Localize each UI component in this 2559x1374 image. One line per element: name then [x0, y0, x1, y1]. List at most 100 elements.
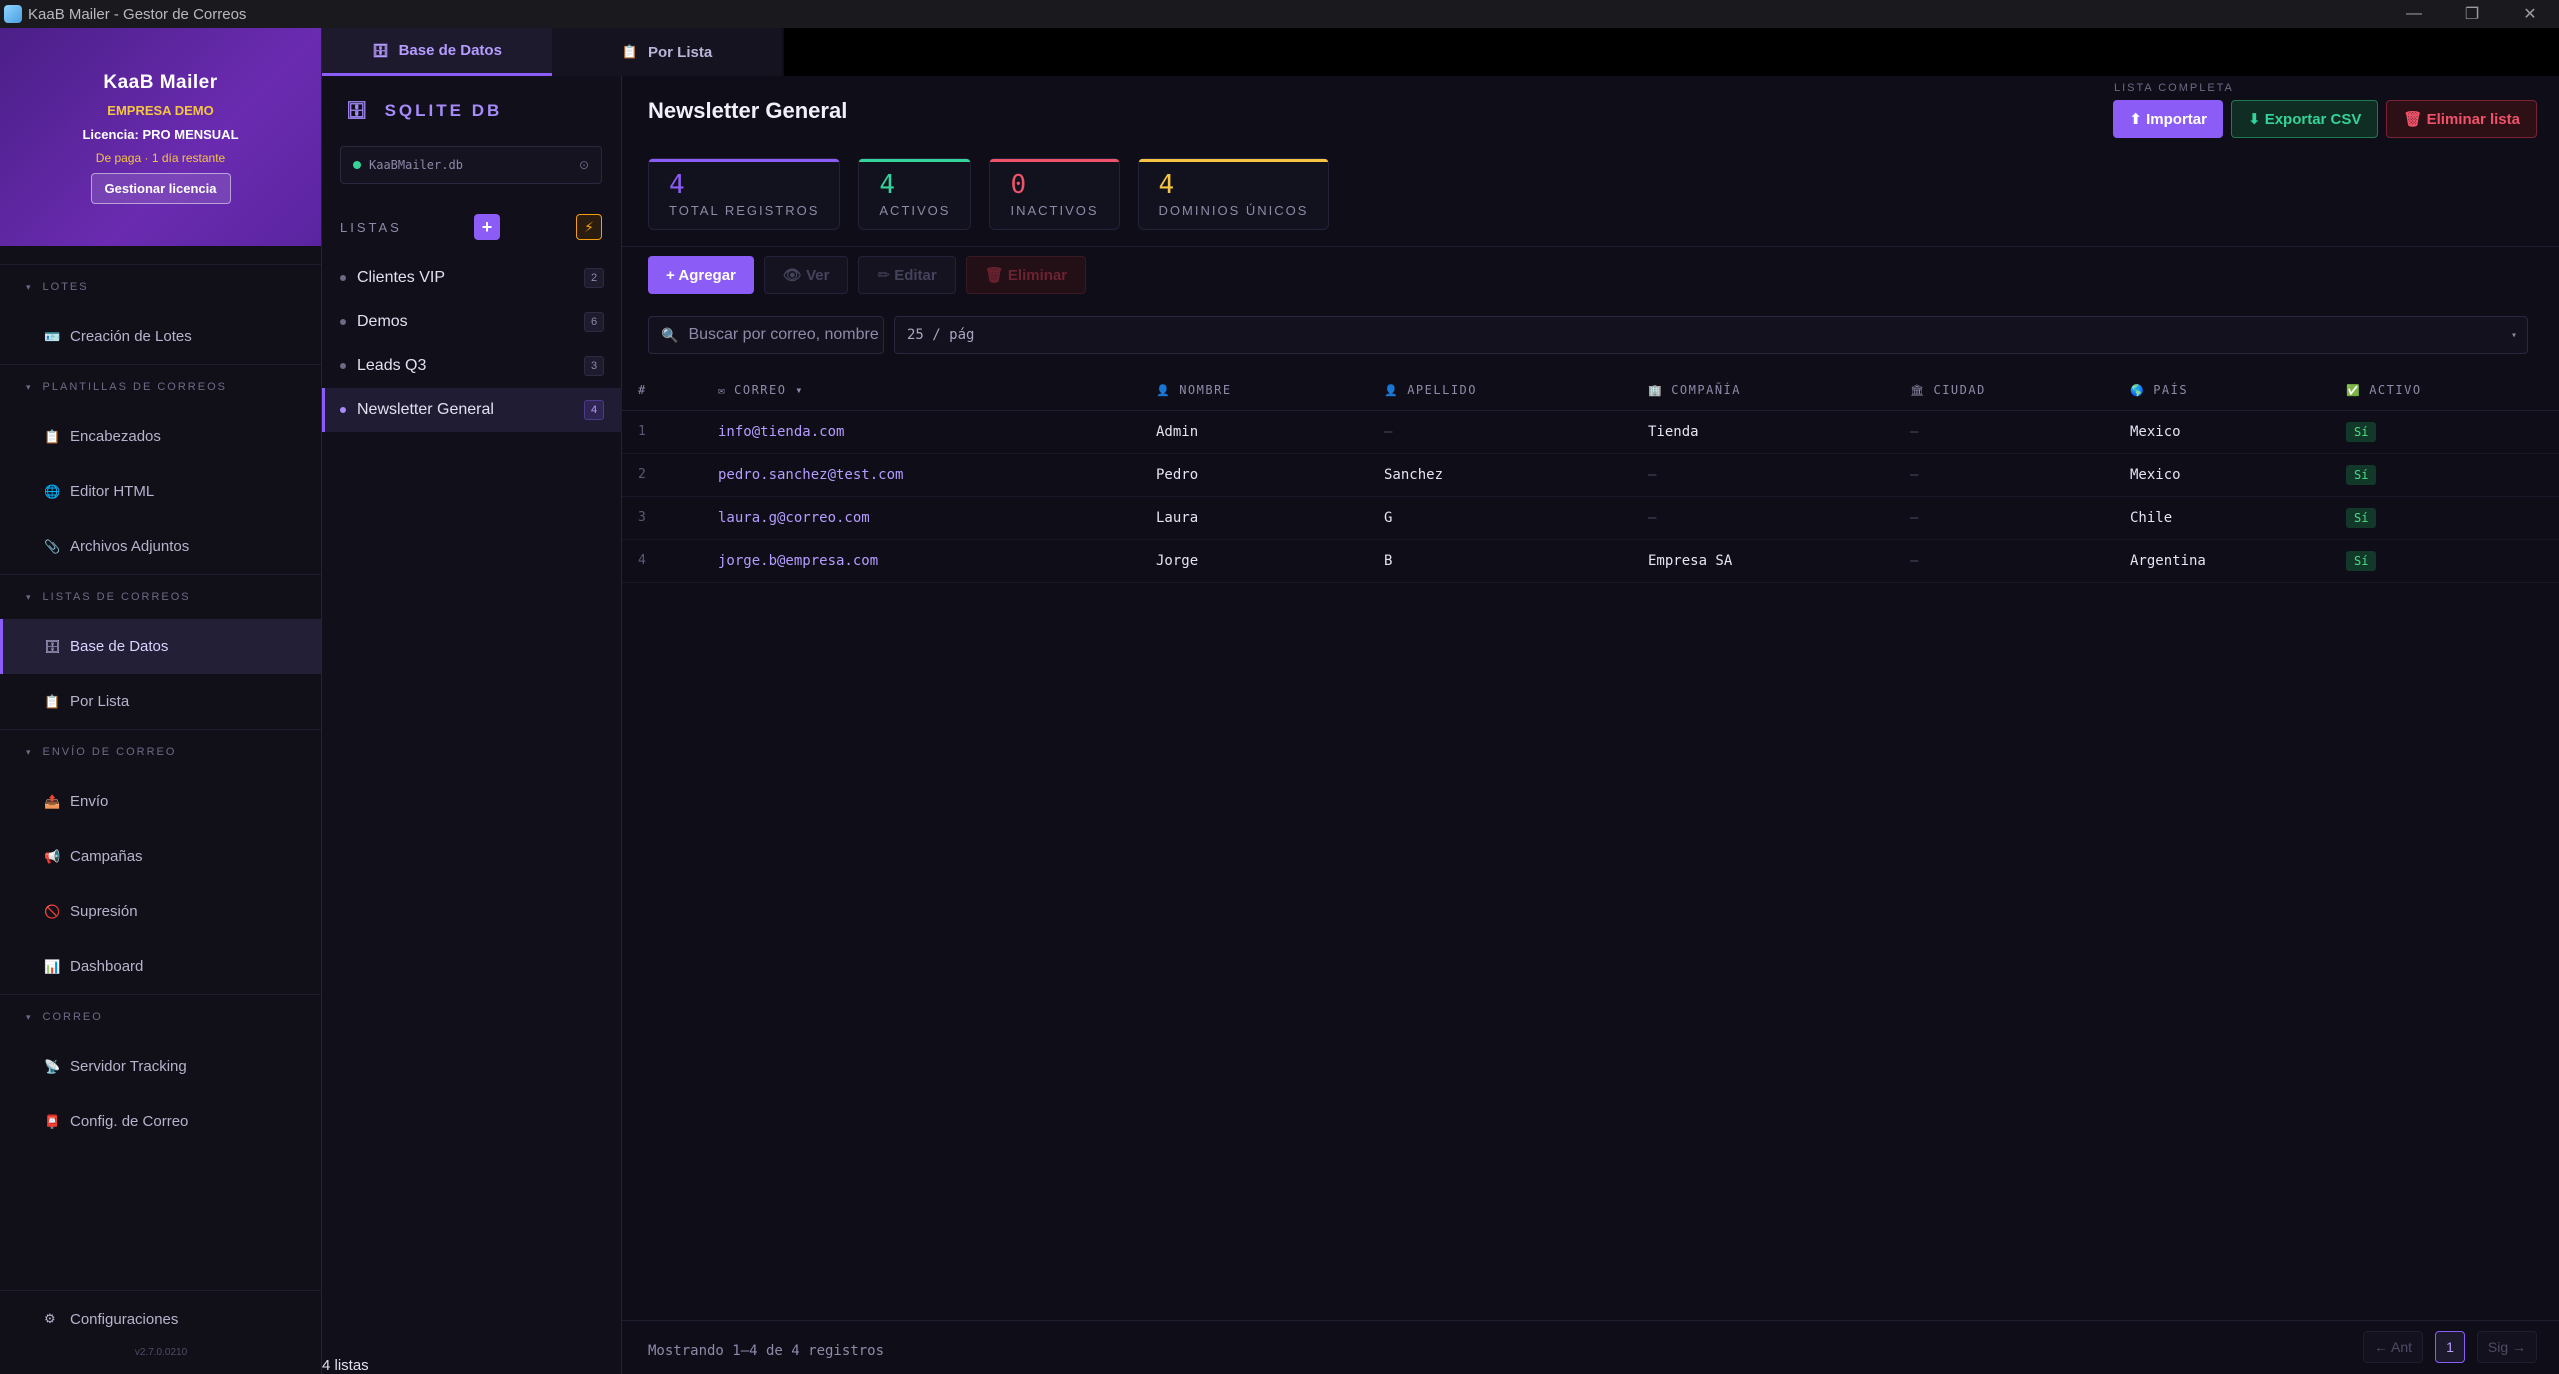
servidor-tracking-icon: 📡 — [44, 1058, 61, 1074]
settings-icon[interactable]: ⊙ — [579, 158, 589, 172]
table-row[interactable]: 4 jorge.b@empresa.com Jorge B Empresa SA — Arg… — [622, 539, 2559, 583]
nav-item-archivos-adjuntos[interactable]: 📎 Archivos Adjuntos — [0, 519, 321, 574]
list-item-demos[interactable]: Demos 6 — [322, 300, 622, 344]
nav-item-editor-html[interactable]: 🌐 Editor HTML — [0, 464, 321, 519]
column-header-correo[interactable]: ✉ CORREO ▾ — [718, 370, 1156, 411]
nav-item-settings[interactable]: ⚙ Configuraciones — [0, 1291, 322, 1347]
stat-value: 4 — [669, 170, 685, 200]
brand-name: KaaB Mailer — [103, 72, 218, 93]
per-page-value: 25 / pág — [907, 327, 975, 343]
minimize-icon[interactable]: — — [2385, 0, 2443, 28]
nombre-icon: 👤 — [1156, 383, 1172, 397]
encabezados-icon: 📋 — [44, 428, 61, 444]
config-de-correo-icon: 📮 — [44, 1113, 61, 1129]
stat-label: ACTIVOS — [879, 203, 951, 218]
stat-accent-bar — [1138, 159, 1329, 162]
manage-license-button[interactable]: Gestionar licencia — [90, 173, 231, 204]
export-csv-button[interactable]: ⬇ Exportar CSV — [2230, 100, 2379, 138]
view-record-button[interactable]: 👁 Ver — [763, 256, 849, 294]
db-title: 🗄 SQLITE DB — [346, 101, 502, 121]
nav-item-base-de-datos[interactable]: 🗄 Base de Datos — [0, 619, 321, 674]
lists-count: 4 listas — [322, 1357, 369, 1374]
nav-item-label: Campañas — [70, 848, 143, 865]
nav-item-creacion-de-lotes[interactable]: 🪪 Creación de Lotes — [0, 309, 321, 364]
list-count-badge: 4 — [584, 400, 604, 420]
main-content: LISTA COMPLETA Newsletter General ⬆ Impo… — [622, 76, 2559, 1374]
nav-item-dashboard[interactable]: 📊 Dashboard — [0, 939, 321, 994]
nav-item-campanas[interactable]: 📢 Campañas — [0, 829, 321, 884]
nav-section-header[interactable]: ENVÍO DE CORREO — [0, 730, 321, 774]
list-item-clientes-vip[interactable]: Clientes VIP 2 — [322, 256, 622, 300]
page-title: Newsletter General — [648, 98, 848, 123]
import-button[interactable]: ⬆ Importar — [2113, 100, 2223, 138]
delete-list-button[interactable]: 🗑 Eliminar lista — [2386, 100, 2537, 138]
prev-page-button[interactable]: ← Ant — [2362, 1331, 2424, 1363]
nav-item-label: Editor HTML — [70, 483, 155, 500]
campanas-icon: 📢 — [44, 848, 61, 864]
table-row[interactable]: 2 pedro.sanchez@test.com Pedro Sanchez — — Mex… — [622, 453, 2559, 497]
cell-email: info@tienda.com — [718, 410, 1156, 454]
cell-first: Admin — [1156, 410, 1384, 454]
nav-section-plantillas-de-correos: PLANTILLAS DE CORREOS 📋 Encabezados 🌐 Editor… — [0, 364, 321, 574]
db-file-selector[interactable]: KaaBMailer.db ⊙ — [340, 146, 602, 184]
base-de-datos-icon: 🗄 — [44, 638, 61, 654]
add-record-button[interactable]: + Agregar — [648, 256, 754, 294]
search-input[interactable] — [688, 326, 879, 344]
cell-city: — — [1910, 453, 2130, 497]
cell-last: G — [1384, 496, 1648, 540]
bolt-icon[interactable]: ⚡ — [576, 214, 602, 240]
column-header-compania[interactable]: 🏢 COMPAÑÍA — [1648, 370, 1910, 411]
app-icon — [4, 5, 22, 23]
table-row[interactable]: 3 laura.g@correo.com Laura G — — Chile Sí — [622, 496, 2559, 540]
search-box: 🔍 — [648, 316, 884, 354]
nav-item-label: Archivos Adjuntos — [70, 538, 190, 555]
nav-item-envio[interactable]: 📤 Envío — [0, 774, 321, 829]
nav-section-header[interactable]: LISTAS DE CORREOS — [0, 575, 321, 619]
column-header-label: NOMBRE — [1179, 382, 1232, 397]
nav-item-encabezados[interactable]: 📋 Encabezados — [0, 409, 321, 464]
edit-record-button[interactable]: ✏ Editar — [858, 256, 956, 294]
database-icon: 🗄 — [346, 101, 371, 120]
add-list-button[interactable]: + — [474, 214, 500, 240]
column-header-nombre[interactable]: 👤 NOMBRE — [1156, 370, 1384, 411]
stat-card-dominios-unicos: 4 DOMINIOS ÚNICOS — [1137, 158, 1330, 230]
nav-item-config-de-correo[interactable]: 📮 Config. de Correo — [0, 1094, 321, 1149]
next-page-button[interactable]: Sig → — [2476, 1331, 2537, 1363]
nav-section-header[interactable]: CORREO — [0, 995, 321, 1039]
cell-city: — — [1910, 496, 2130, 540]
active-badge: Sí — [2346, 550, 2377, 571]
envio-icon: 📤 — [44, 793, 61, 809]
per-page-select[interactable]: 25 / pág ▾ — [894, 316, 2528, 354]
column-header-pais[interactable]: 🌎 PAÍS — [2130, 370, 2346, 411]
nav-item-servidor-tracking[interactable]: 📡 Servidor Tracking — [0, 1039, 321, 1094]
tab-base-de-datos[interactable]: 🗄 Base de Datos — [322, 28, 552, 76]
nav-section-header[interactable]: PLANTILLAS DE CORREOS — [0, 365, 321, 409]
restore-icon[interactable]: ❐ — [2443, 0, 2501, 28]
stat-accent-bar — [859, 159, 971, 162]
nav-item-label: Configuraciones — [70, 1310, 179, 1328]
list-item-newsletter-general[interactable]: Newsletter General 4 — [322, 388, 622, 432]
license-remaining: De paga · 1 día restante — [95, 151, 226, 165]
cell-company: Empresa SA — [1648, 539, 1910, 583]
nav-section-header[interactable]: LOTES — [0, 265, 321, 309]
list-overline: LISTA COMPLETA — [2114, 82, 2234, 94]
stats-row: 4 TOTAL REGISTROS 4 ACTIVOS 0 INACTIVOS 4 DOMIN… — [648, 158, 1330, 230]
tab-por-lista[interactable]: 📋 Por Lista — [552, 28, 782, 76]
window-title: KaaB Mailer - Gestor de Correos — [28, 5, 247, 23]
stat-card-activos: 4 ACTIVOS — [858, 158, 972, 230]
nav-item-supresion[interactable]: 🚫 Supresión — [0, 884, 321, 939]
records-summary: Mostrando 1–4 de 4 registros — [648, 1343, 885, 1359]
table-row[interactable]: 1 info@tienda.com Admin — Tienda — Mexico Sí — [622, 410, 2559, 454]
page-1-button[interactable]: 1 — [2435, 1331, 2465, 1363]
column-header-ciudad[interactable]: 🏛 CIUDAD — [1910, 370, 2130, 411]
column-header-activo[interactable]: ✅ ACTIVO — [2346, 370, 2559, 411]
column-header-index[interactable]: # — [622, 370, 718, 411]
column-header-apellido[interactable]: 👤 APELLIDO — [1384, 370, 1648, 411]
list-item-leads-q3[interactable]: Leads Q3 3 — [322, 344, 622, 388]
nav-section-lotes: LOTES 🪪 Creación de Lotes — [0, 264, 321, 364]
delete-record-button[interactable]: 🗑 Eliminar — [965, 256, 1087, 294]
close-icon[interactable]: ✕ — [2501, 0, 2559, 28]
cell-n: 1 — [622, 410, 718, 454]
nav-item-por-lista[interactable]: 📋 Por Lista — [0, 674, 321, 729]
compania-icon: 🏢 — [1648, 383, 1664, 397]
